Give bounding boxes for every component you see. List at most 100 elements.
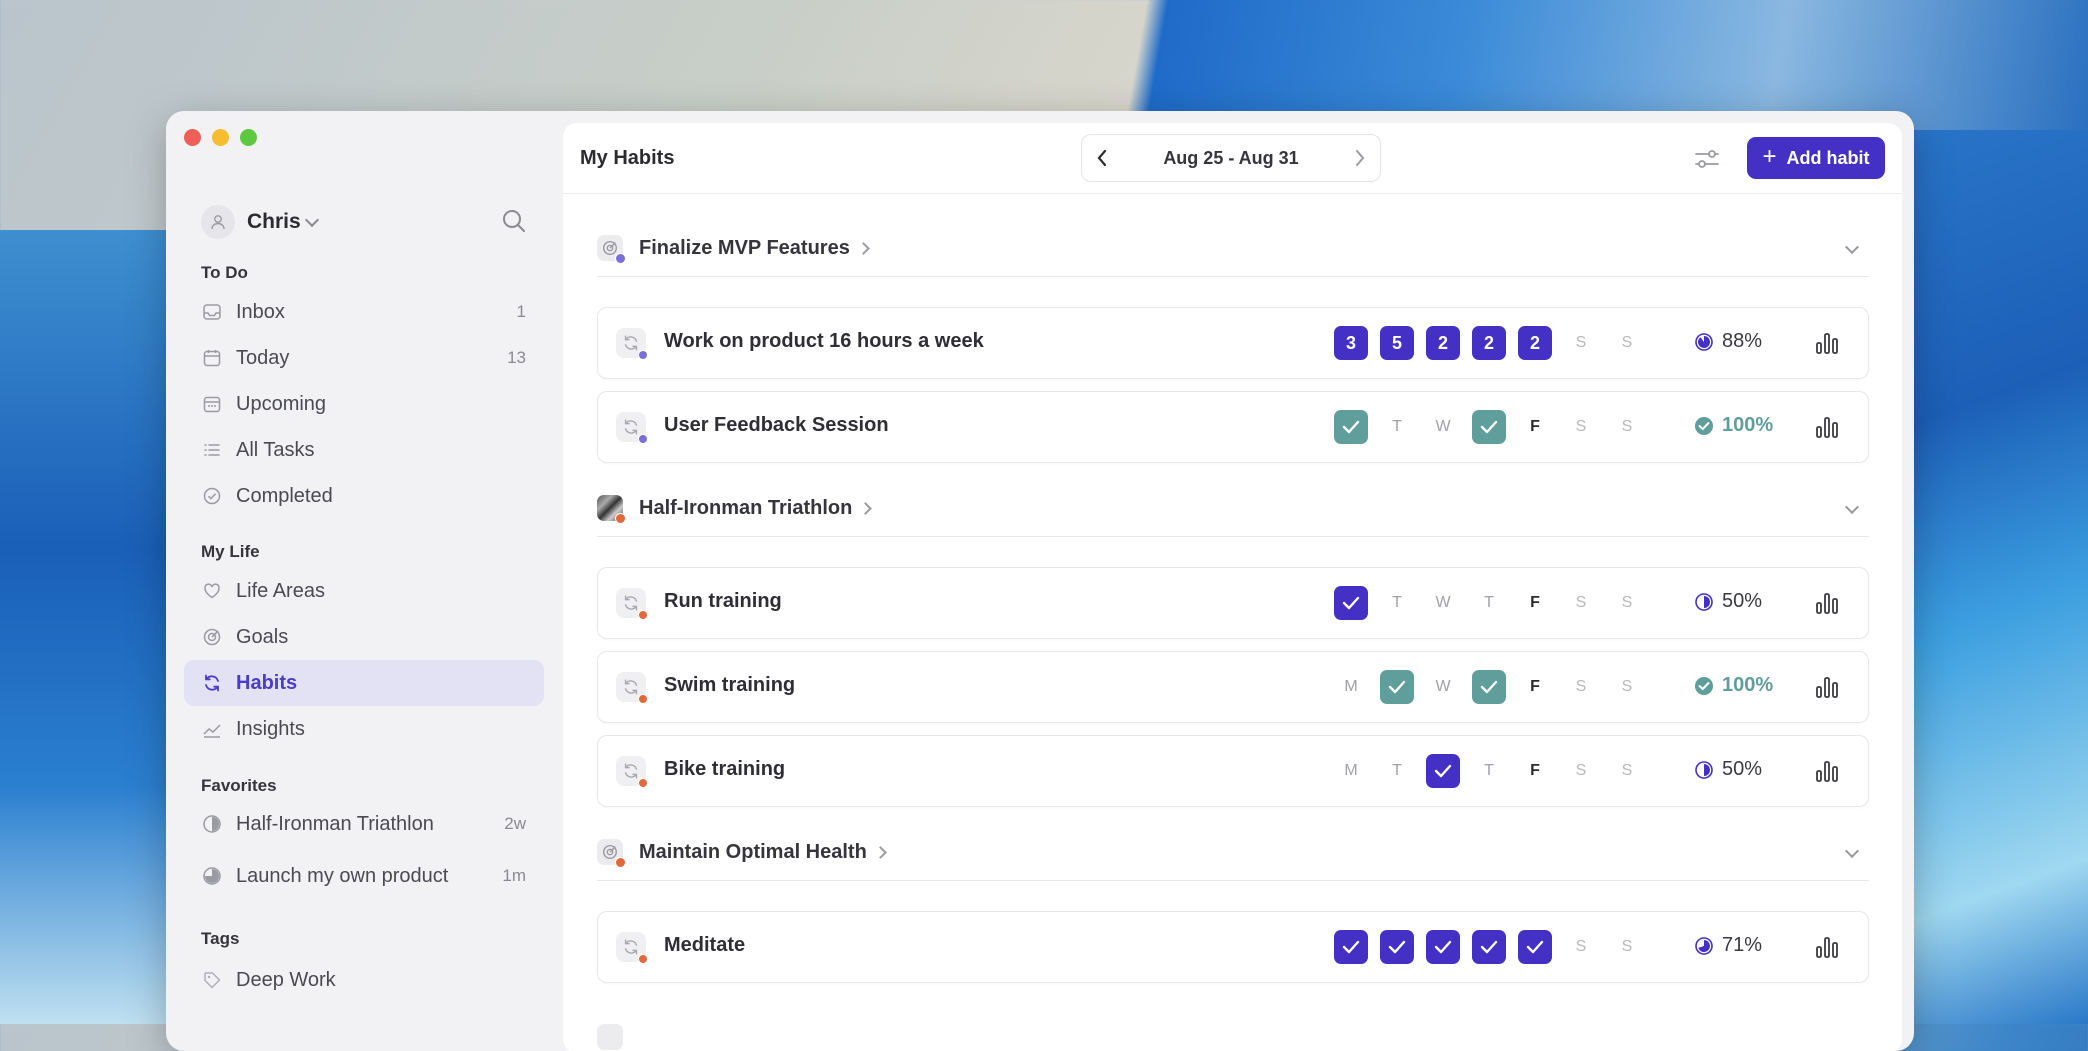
bar-chart-icon[interactable] (1814, 934, 1840, 960)
sidebar-item-upcoming[interactable]: Upcoming (184, 381, 544, 427)
day-cell-sat[interactable]: S (1564, 754, 1598, 788)
group-header[interactable]: Finalize MVP Features (597, 220, 1869, 277)
previous-week-button[interactable] (1082, 136, 1122, 180)
day-cell-sat[interactable]: S (1564, 670, 1598, 704)
habit-row[interactable]: User Feedback Session T W F S S 100% (597, 391, 1869, 463)
day-cell-wed[interactable]: 2 (1426, 326, 1460, 360)
sidebar-item-count: 1 (516, 302, 526, 321)
habit-row[interactable]: Bike training M T T F S S 50% (597, 735, 1869, 807)
habit-row[interactable]: Run training T W T F S S 50% (597, 567, 1869, 639)
habit-progress: 88% (1694, 330, 1762, 353)
day-cell-tue[interactable]: T (1380, 586, 1414, 620)
section-title-my-life: My Life (201, 542, 260, 561)
day-cell-tue[interactable]: 5 (1380, 326, 1414, 360)
collapse-chevron-icon[interactable] (1844, 843, 1860, 859)
group-header-partial[interactable] (597, 1009, 1869, 1051)
day-cell-wed[interactable] (1426, 754, 1460, 788)
sidebar-item-completed[interactable]: Completed (184, 473, 544, 519)
user-menu[interactable]: Chris (201, 203, 527, 241)
day-cell-sun[interactable]: S (1610, 326, 1644, 360)
check-circle-filled-icon (1695, 416, 1713, 435)
checkmark-icon (1480, 420, 1498, 434)
sidebar-item-deep-work[interactable]: Deep Work (184, 957, 544, 1003)
day-cell-thu[interactable]: T (1472, 586, 1506, 620)
day-cell-sun[interactable]: S (1610, 754, 1644, 788)
bar-chart-icon[interactable] (1814, 590, 1840, 616)
main-header: My Habits Aug 25 - Aug 31 + Add habit (563, 123, 1902, 194)
day-cell-sun[interactable]: S (1610, 586, 1644, 620)
page-title: My Habits (580, 147, 675, 169)
day-cell-fri[interactable]: F (1518, 754, 1552, 788)
search-icon[interactable] (501, 208, 527, 234)
avatar (201, 205, 235, 239)
next-week-button[interactable] (1340, 136, 1380, 180)
sidebar-item-inbox[interactable]: Inbox 1 (184, 289, 544, 335)
group-color-dot (615, 857, 626, 868)
day-cell-fri[interactable]: F (1518, 670, 1552, 704)
sidebar-item-today[interactable]: Today 13 (184, 335, 544, 381)
sidebar: Chris To Do Inbox 1 Today 13 Upcoming Al… (166, 111, 562, 1051)
sidebar-item-life-areas[interactable]: Life Areas (184, 568, 544, 614)
day-cell-sun[interactable]: S (1610, 410, 1644, 444)
group-color-dot (638, 434, 648, 444)
date-navigator: Aug 25 - Aug 31 (1081, 134, 1381, 182)
sidebar-item-half-ironman[interactable]: Half-Ironman Triathlon 2w (184, 801, 544, 847)
day-cell-fri[interactable] (1518, 930, 1552, 964)
day-cell-sun[interactable]: S (1610, 930, 1644, 964)
day-cell-sat[interactable]: S (1564, 930, 1598, 964)
sidebar-item-habits[interactable]: Habits (184, 660, 544, 706)
date-range-label[interactable]: Aug 25 - Aug 31 (1163, 148, 1298, 169)
habit-row[interactable]: Work on product 16 hours a week 3 5 2 2 … (597, 307, 1869, 379)
filter-settings-icon[interactable] (1693, 145, 1721, 173)
collapse-chevron-icon[interactable] (1844, 239, 1860, 255)
sidebar-item-label: Deep Work (236, 968, 336, 991)
habit-row[interactable]: Meditate S S 71% (597, 911, 1869, 983)
sidebar-item-label: Insights (236, 717, 305, 740)
day-cell-mon[interactable]: M (1334, 670, 1368, 704)
group-header[interactable]: Half-Ironman Triathlon (597, 480, 1869, 537)
day-cell-tue[interactable] (1380, 930, 1414, 964)
refresh-icon (616, 328, 648, 360)
day-cell-mon[interactable]: M (1334, 754, 1368, 788)
bar-chart-icon[interactable] (1814, 330, 1840, 356)
bar-chart-icon[interactable] (1814, 674, 1840, 700)
sidebar-item-label: All Tasks (236, 438, 315, 461)
day-cell-mon[interactable] (1334, 586, 1368, 620)
day-cell-sat[interactable]: S (1564, 410, 1598, 444)
calendar-upcoming-icon (201, 393, 223, 415)
day-cell-fri[interactable]: F (1518, 586, 1552, 620)
day-cell-wed[interactable] (1426, 930, 1460, 964)
bar-chart-icon[interactable] (1814, 414, 1840, 440)
day-cell-mon[interactable]: 3 (1334, 326, 1368, 360)
day-cell-mon[interactable] (1334, 930, 1368, 964)
bar-chart-icon[interactable] (1814, 758, 1840, 784)
sidebar-item-launch-product[interactable]: Launch my own product 1m (184, 853, 544, 899)
add-habit-button[interactable]: + Add habit (1747, 137, 1885, 179)
day-cell-thu[interactable] (1472, 670, 1506, 704)
day-cell-wed[interactable]: W (1426, 670, 1460, 704)
day-cell-thu[interactable]: T (1472, 754, 1506, 788)
day-cell-thu[interactable] (1472, 930, 1506, 964)
day-cell-fri[interactable]: F (1518, 410, 1552, 444)
checkmark-icon (1434, 764, 1452, 778)
group-header[interactable]: Maintain Optimal Health (597, 824, 1869, 881)
habit-row[interactable]: Swim training M W F S S 100% (597, 651, 1869, 723)
sidebar-item-goals[interactable]: Goals (184, 614, 544, 660)
day-cell-tue[interactable]: T (1380, 410, 1414, 444)
day-cell-mon[interactable] (1334, 410, 1368, 444)
day-cell-fri[interactable]: 2 (1518, 326, 1552, 360)
sidebar-item-insights[interactable]: Insights (184, 706, 544, 752)
sidebar-item-all-tasks[interactable]: All Tasks (184, 427, 544, 473)
day-cell-thu[interactable]: 2 (1472, 326, 1506, 360)
day-cell-thu[interactable] (1472, 410, 1506, 444)
day-cell-sat[interactable]: S (1564, 326, 1598, 360)
day-cell-sun[interactable]: S (1610, 670, 1644, 704)
checkmark-icon (1526, 940, 1544, 954)
chevron-right-icon (1355, 150, 1365, 166)
day-cell-wed[interactable]: W (1426, 410, 1460, 444)
day-cell-tue[interactable]: T (1380, 754, 1414, 788)
day-cell-tue[interactable] (1380, 670, 1414, 704)
day-cell-wed[interactable]: W (1426, 586, 1460, 620)
day-cell-sat[interactable]: S (1564, 586, 1598, 620)
collapse-chevron-icon[interactable] (1844, 499, 1860, 515)
